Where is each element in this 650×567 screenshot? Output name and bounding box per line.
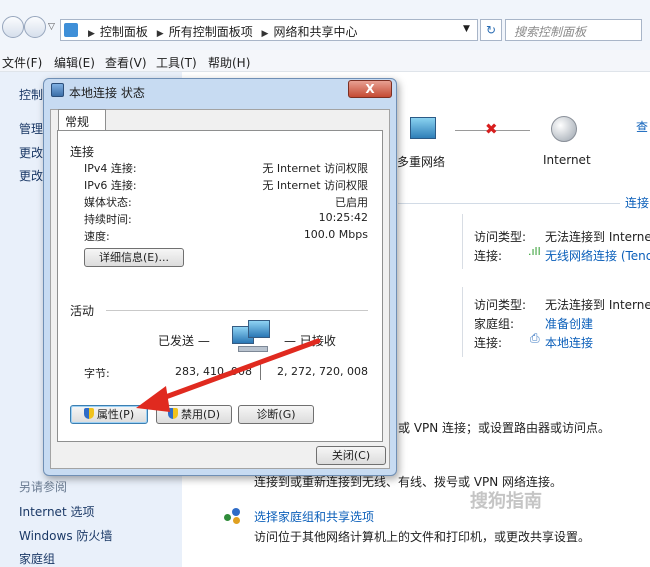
arrow-shaft — [149, 338, 321, 405]
annotation-arrow — [136, 338, 321, 412]
arrow-head — [136, 386, 170, 412]
